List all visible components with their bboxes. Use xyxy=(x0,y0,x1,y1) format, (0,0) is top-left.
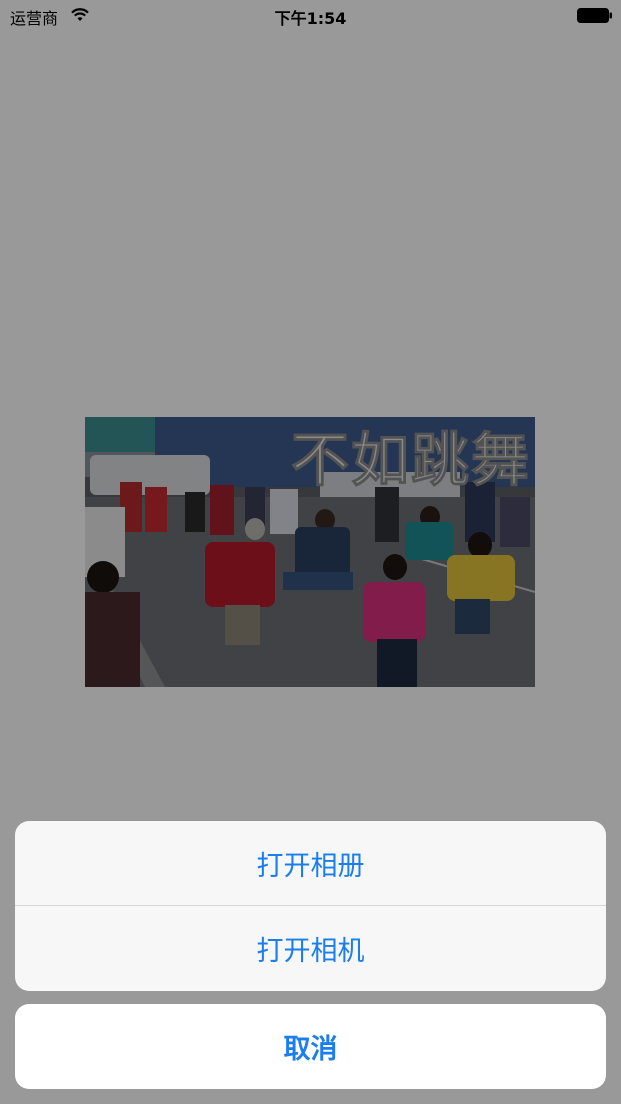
open-camera-button[interactable]: 打开相机 xyxy=(15,906,606,991)
action-sheet: 打开相册 打开相机 xyxy=(15,821,606,991)
status-bar: 运营商 下午1:54 xyxy=(0,0,621,32)
open-album-button[interactable]: 打开相册 xyxy=(15,821,606,906)
cancel-button[interactable]: 取消 xyxy=(15,1004,606,1089)
status-time: 下午1:54 xyxy=(274,9,347,28)
screen: 运营商 下午1:54 不如跳舞 打开相册 打开相机 取消 xyxy=(0,0,621,1104)
battery-icon xyxy=(577,8,612,23)
